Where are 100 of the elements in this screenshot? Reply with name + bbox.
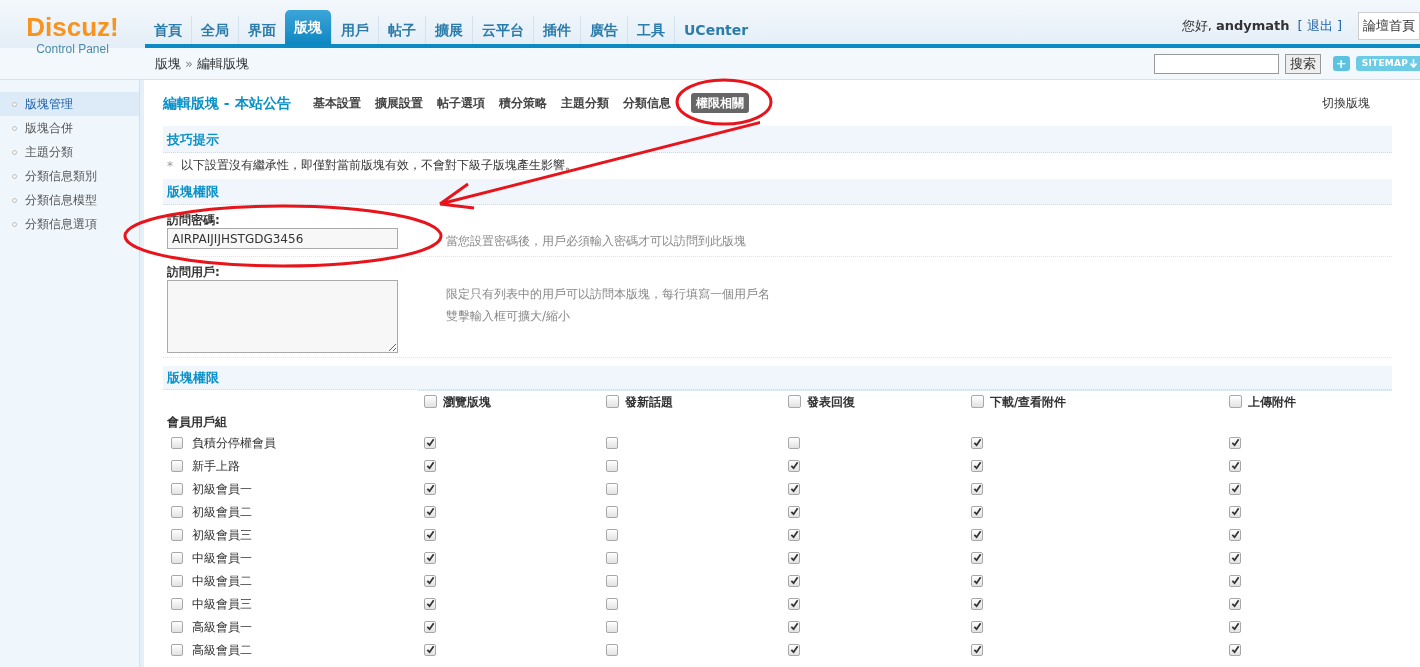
checkbox[interactable]	[171, 436, 183, 449]
checkbox[interactable]	[424, 505, 436, 518]
checkbox[interactable]	[971, 528, 983, 541]
field-label: 訪問用戶:	[167, 264, 221, 280]
user-list-field[interactable]	[167, 280, 398, 353]
checkbox[interactable]	[788, 620, 800, 633]
checkbox[interactable]	[606, 551, 618, 564]
checkbox[interactable]	[171, 574, 183, 587]
checkbox[interactable]	[606, 528, 618, 541]
section-tab[interactable]: 積分策略	[498, 94, 547, 112]
checkbox[interactable]	[971, 459, 983, 472]
checkbox[interactable]	[606, 395, 619, 408]
breadcrumb-item[interactable]: 編輯版塊	[196, 53, 249, 74]
sidebar-item[interactable]: 版塊管理	[0, 92, 139, 116]
checkbox[interactable]	[971, 551, 983, 564]
checkbox[interactable]	[1229, 459, 1241, 472]
section-tab[interactable]: 帖子選項	[436, 94, 485, 112]
sidebar-item[interactable]: 主題分類	[0, 140, 139, 164]
checkbox[interactable]	[606, 574, 618, 587]
checkbox[interactable]	[1229, 551, 1241, 564]
section-tab[interactable]: 主題分類	[560, 94, 609, 112]
checkbox[interactable]	[788, 597, 800, 610]
checkbox[interactable]	[971, 482, 983, 495]
checkbox[interactable]	[424, 551, 436, 564]
checkbox[interactable]	[171, 643, 183, 656]
bullet: *	[167, 158, 173, 175]
checkbox[interactable]	[171, 482, 183, 495]
checkbox[interactable]	[788, 643, 800, 656]
forum-home-link[interactable]: 論壇首頁	[1358, 12, 1420, 40]
checkbox[interactable]	[424, 482, 436, 495]
checkbox[interactable]	[1229, 436, 1241, 449]
sidebar-item[interactable]: 分類信息類別	[0, 164, 139, 188]
checkbox[interactable]	[1229, 597, 1241, 610]
checkbox[interactable]	[424, 395, 437, 408]
checkbox[interactable]	[971, 436, 983, 449]
checkbox[interactable]	[788, 505, 800, 518]
checkbox[interactable]	[171, 597, 183, 610]
breadcrumb-item[interactable]: 版塊	[155, 53, 181, 74]
checkbox[interactable]	[1229, 505, 1241, 518]
checkbox[interactable]	[606, 459, 618, 472]
checkbox[interactable]	[606, 597, 618, 610]
checkbox[interactable]	[788, 551, 800, 564]
section-tab[interactable]: 基本設置	[312, 94, 361, 112]
group-name: 新手上路	[192, 457, 240, 475]
checkbox[interactable]	[606, 505, 618, 518]
checkbox[interactable]	[424, 597, 436, 610]
nav-tab[interactable]: 首頁	[145, 16, 191, 44]
section-tab[interactable]: 分類信息	[622, 94, 671, 112]
section-title: 版塊權限	[163, 179, 1392, 205]
group-name: 負積分停權會員	[192, 434, 276, 452]
checkbox[interactable]	[971, 643, 983, 656]
checkbox[interactable]	[606, 643, 618, 656]
search-button[interactable]: 搜索	[1284, 53, 1321, 74]
group-name: 高級會員二	[192, 641, 252, 659]
group-name: 中級會員三	[192, 595, 252, 613]
checkbox[interactable]	[971, 574, 983, 587]
breadcrumb-separator: »	[185, 54, 193, 73]
checkbox[interactable]	[788, 436, 800, 449]
checkbox[interactable]	[171, 551, 183, 564]
sidebar-item[interactable]: 分類信息選項	[0, 212, 139, 236]
group-label: 會員用戶組	[167, 413, 227, 431]
checkbox[interactable]	[424, 459, 436, 472]
checkbox[interactable]	[424, 436, 436, 449]
logout-link[interactable]: [ 退出 ]	[1297, 16, 1342, 36]
checkbox[interactable]	[606, 620, 618, 633]
checkbox[interactable]	[424, 643, 436, 656]
checkbox[interactable]	[971, 505, 983, 518]
sidebar-item[interactable]: 分類信息模型	[0, 188, 139, 212]
column-header: 下載/查看附件	[990, 393, 1067, 411]
checkbox[interactable]	[606, 482, 618, 495]
checkbox[interactable]	[788, 482, 800, 495]
section-tab[interactable]: 擴展設置	[374, 94, 423, 112]
password-field[interactable]: AIRPAIJIJHSTGDG3456	[167, 228, 398, 249]
checkbox[interactable]	[424, 528, 436, 541]
checkbox[interactable]	[788, 459, 800, 472]
checkbox[interactable]	[788, 528, 800, 541]
checkbox[interactable]	[971, 620, 983, 633]
checkbox[interactable]	[1229, 574, 1241, 587]
checkbox[interactable]	[606, 436, 618, 449]
checkbox[interactable]	[788, 574, 800, 587]
section-tab[interactable]: 權限相關	[690, 93, 749, 113]
checkbox[interactable]	[171, 620, 183, 633]
checkbox[interactable]	[171, 459, 183, 472]
checkbox[interactable]	[971, 395, 984, 408]
sidebar-item[interactable]: 版塊合併	[0, 116, 139, 140]
checkbox[interactable]	[971, 597, 983, 610]
checkbox[interactable]	[424, 620, 436, 633]
checkbox[interactable]	[788, 395, 801, 408]
hint-text: 當您設置密碼後，用戶必須輸入密碼才可以訪問到此版塊	[446, 233, 746, 250]
checkbox[interactable]	[1229, 620, 1241, 633]
checkbox[interactable]	[1229, 482, 1241, 495]
checkbox[interactable]	[1229, 643, 1241, 656]
checkbox[interactable]	[171, 528, 183, 541]
checkbox[interactable]	[171, 505, 183, 518]
switch-forum-link[interactable]: 切換版塊	[1322, 94, 1370, 112]
group-name: 中級會員二	[192, 572, 252, 590]
search-field[interactable]	[1153, 53, 1279, 74]
checkbox[interactable]	[1229, 395, 1242, 408]
checkbox[interactable]	[1229, 528, 1241, 541]
checkbox[interactable]	[424, 574, 436, 587]
